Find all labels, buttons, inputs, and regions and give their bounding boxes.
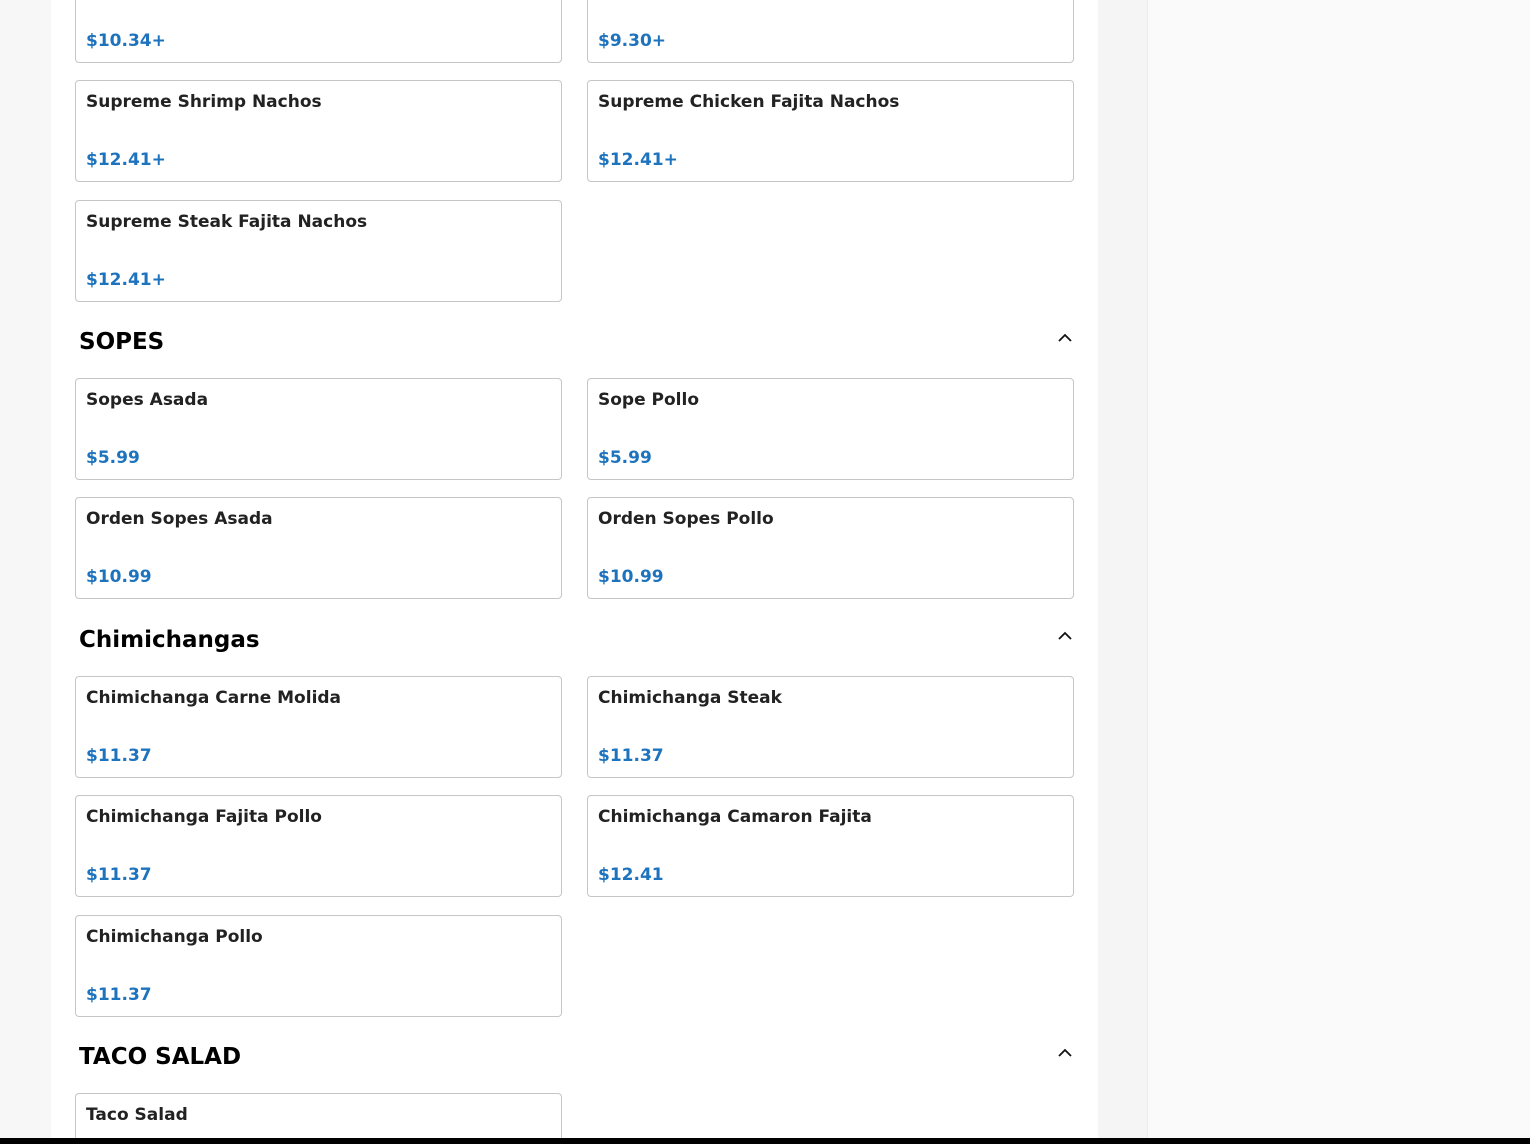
menu-item-card[interactable]: Orden Sopes Asada $10.99 [75, 497, 562, 599]
menu-item-price: $9.30+ [598, 31, 667, 51]
menu-item-card[interactable]: Sope Pollo $5.99 [587, 378, 1074, 480]
menu-item-card[interactable]: Chimichanga Carne Molida $11.37 [75, 676, 562, 778]
menu-item-name: Chimichanga Steak [598, 688, 782, 708]
right-strip [1098, 0, 1147, 1138]
right-sidebar-panel [1147, 0, 1530, 1138]
chevron-up-icon[interactable] [1055, 329, 1075, 345]
menu-item-name: Sopes Asada [86, 390, 209, 410]
chevron-up-icon[interactable] [1055, 1044, 1075, 1060]
menu-item-card[interactable]: Orden Sopes Pollo $10.99 [587, 497, 1074, 599]
menu-item-price: $12.41+ [86, 270, 166, 290]
menu-item-name: Supreme Shrimp Nachos [86, 92, 322, 112]
menu-item-card[interactable]: Chimichanga Fajita Pollo $11.37 [75, 795, 562, 897]
left-gutter [0, 0, 51, 1138]
menu-item-name: Orden Sopes Asada [86, 509, 273, 529]
menu-item-name: Chimichanga Carne Molida [86, 688, 342, 708]
menu-item-name: Orden Sopes Pollo [598, 509, 774, 529]
menu-item-price: $11.37 [86, 985, 152, 1005]
menu-item-name: Sope Pollo [598, 390, 700, 410]
menu-item-price: $11.37 [86, 865, 152, 885]
menu-item-price: $12.41+ [86, 150, 166, 170]
menu-item-card[interactable]: Chimichanga Camaron Fajita $12.41 [587, 795, 1074, 897]
chevron-up-icon[interactable] [1055, 627, 1075, 643]
menu-item-price: $12.41 [598, 865, 664, 885]
menu-item-price: $10.34+ [86, 31, 166, 51]
section-heading-chimichangas: Chimichangas [79, 627, 260, 653]
menu-item-card[interactable]: Chimichanga Pollo $11.37 [75, 915, 562, 1017]
menu-item-price: $10.99 [86, 567, 152, 587]
section-heading-sopes: SOPES [79, 329, 165, 355]
menu-item-card[interactable]: Supreme Shrimp Nachos $12.41+ [75, 80, 562, 182]
menu-item-name: Taco Salad [86, 1105, 188, 1125]
menu-item-price: $11.37 [86, 746, 152, 766]
menu-item-name: Supreme Chicken Fajita Nachos [598, 92, 900, 112]
menu-item-name: Chimichanga Pollo [86, 927, 263, 947]
menu-item-card[interactable]: Taco Salad [75, 1093, 562, 1138]
menu-item-card[interactable]: $10.34+ [75, 0, 562, 63]
menu-item-price: $11.37 [598, 746, 664, 766]
menu-item-name: Chimichanga Fajita Pollo [86, 807, 322, 827]
menu-item-name: Chimichanga Camaron Fajita [598, 807, 872, 827]
menu-item-card[interactable]: $9.30+ [587, 0, 1074, 63]
menu-item-price: $5.99 [86, 448, 140, 468]
menu-item-price: $5.99 [598, 448, 652, 468]
menu-item-card[interactable]: Supreme Steak Fajita Nachos $12.41+ [75, 200, 562, 302]
menu-item-card[interactable]: Sopes Asada $5.99 [75, 378, 562, 480]
menu-item-card[interactable]: Chimichanga Steak $11.37 [587, 676, 1074, 778]
section-heading-taco-salad: TACO SALAD [79, 1044, 242, 1070]
menu-item-card[interactable]: Supreme Chicken Fajita Nachos $12.41+ [587, 80, 1074, 182]
menu-item-price: $12.41+ [598, 150, 678, 170]
menu-item-price: $10.99 [598, 567, 664, 587]
bottom-bar [0, 1138, 1530, 1144]
menu-item-name: Supreme Steak Fajita Nachos [86, 212, 368, 232]
